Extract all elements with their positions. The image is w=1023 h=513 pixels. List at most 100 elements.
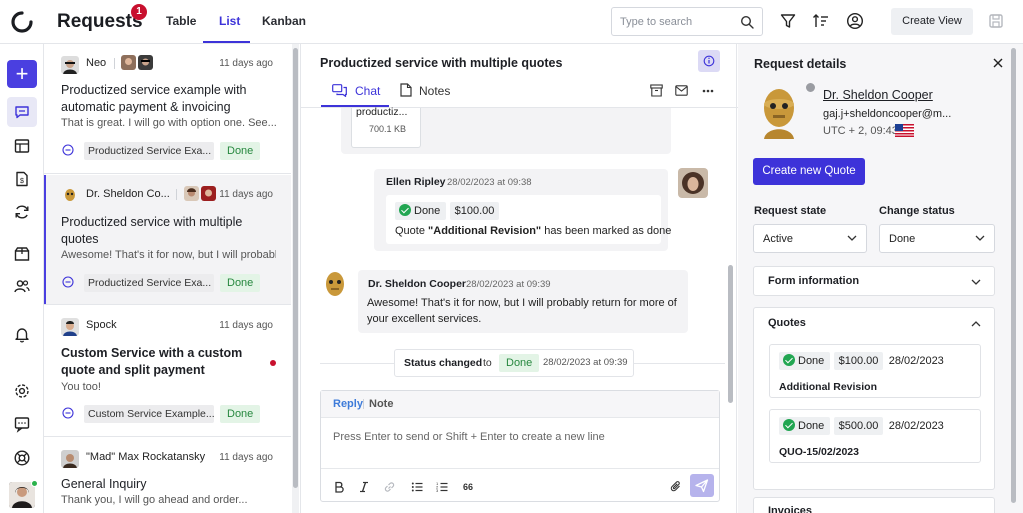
user-account-icon[interactable] <box>846 12 864 30</box>
request-date: 11 days ago <box>219 320 273 331</box>
request-card[interactable]: "Mad" Max Rockatansky 11 days ago Genera… <box>44 438 291 513</box>
sort-icon[interactable] <box>812 12 830 30</box>
request-title: Custom Service with a custom quote and s… <box>61 346 243 377</box>
change-status-label: Change status <box>879 205 955 217</box>
message-author: Dr. Sheldon Cooper <box>368 278 467 290</box>
quote-amount: $100.00 <box>449 202 500 220</box>
nav-help-icon[interactable] <box>13 449 31 467</box>
app-logo-icon[interactable] <box>10 10 34 34</box>
request-state-label: Request state <box>754 205 827 217</box>
quote-status: Done <box>779 417 831 435</box>
note-tab[interactable]: Note <box>369 398 393 410</box>
request-date: 11 days ago <box>219 58 273 69</box>
tab-table[interactable]: Table <box>166 14 196 28</box>
new-request-button[interactable]: + <box>7 60 37 88</box>
team-avatar <box>121 55 136 70</box>
invoices-title: Invoices <box>768 505 813 513</box>
details-scrollbar[interactable] <box>1010 44 1018 513</box>
tab-notes[interactable]: Notes <box>419 84 450 98</box>
request-list-scrollbar[interactable] <box>292 44 299 513</box>
request-state-select[interactable]: Active <box>753 224 867 253</box>
status-badge: Done <box>220 405 261 423</box>
page-title: Requests <box>57 11 143 32</box>
quotes-section: Quotes Done $100.00 28/02/2023 Additiona… <box>753 307 995 490</box>
status-badge: Done <box>220 274 261 292</box>
request-card[interactable]: Neo 11 days ago Productized service exam… <box>44 44 291 174</box>
service-tag: Custom Service Example... <box>84 405 214 423</box>
file-message: productiz... 700.1 KB <box>341 106 671 154</box>
search-box <box>611 7 763 36</box>
nav-settings-icon[interactable] <box>13 382 31 400</box>
client-name-link[interactable]: Dr. Sheldon Cooper <box>823 88 933 102</box>
form-information-title: Form information <box>768 275 860 287</box>
request-preview: Thank you, I will go ahead and order... <box>61 494 248 506</box>
quote-update-card: Done $100.00 Quote "Additional Revision"… <box>386 195 671 244</box>
chat-tab-icon <box>332 84 347 97</box>
name-divider <box>114 58 115 69</box>
request-card-selected[interactable]: Dr. Sheldon Co... 11 days ago Productize… <box>44 175 291 305</box>
nav-chat-icon[interactable] <box>13 103 31 121</box>
message-text: Awesome! That's it for now, but I will p… <box>367 297 677 325</box>
form-information-section[interactable]: Form information <box>753 266 995 296</box>
reply-tab[interactable]: Reply <box>333 398 363 410</box>
search-input[interactable] <box>620 14 738 30</box>
service-type-icon <box>62 407 74 419</box>
create-view-button[interactable]: Create View <box>891 8 973 35</box>
link-icon[interactable] <box>383 481 396 493</box>
email-icon[interactable] <box>675 85 688 96</box>
nav-services-icon[interactable] <box>13 245 31 263</box>
nav-clients-icon[interactable] <box>13 277 31 295</box>
change-status-select[interactable]: Done <box>879 224 995 253</box>
quote-card[interactable]: Done $500.00 28/02/2023 QUO-15/02/2023 <box>769 409 981 463</box>
invoices-section[interactable]: Invoices <box>753 497 995 513</box>
status-change-label: Status changed <box>404 357 483 369</box>
bullet-list-icon[interactable] <box>411 481 423 493</box>
create-new-quote-button[interactable]: Create new Quote <box>753 158 865 185</box>
send-icon <box>695 479 709 493</box>
bold-icon[interactable] <box>333 481 345 493</box>
quote-label: Additional Revision <box>779 381 878 393</box>
status-change-event: Status changed to Done 28/02/2023 at 09:… <box>394 349 634 377</box>
chat-title: Productized service with multiple quotes <box>320 56 563 70</box>
italic-icon[interactable] <box>358 481 370 493</box>
tab-kanban[interactable]: Kanban <box>262 14 306 28</box>
status-badge: Done <box>499 354 540 372</box>
chat-scrollbar[interactable] <box>726 108 734 513</box>
request-card[interactable]: Spock 11 days ago Custom Service with a … <box>44 306 291 437</box>
service-tag: Productized Service Exa... <box>84 142 214 160</box>
team-avatar <box>138 55 153 70</box>
us-flag-icon <box>895 124 914 137</box>
sheldon-cooper-avatar <box>320 270 350 300</box>
close-icon[interactable] <box>993 58 1003 68</box>
nav-invoice-icon[interactable]: $ <box>13 170 31 188</box>
client-email: gaj.j+sheldoncooper@m... <box>823 108 952 120</box>
notification-badge: 1 <box>131 4 147 20</box>
quote-status: Done <box>779 352 831 370</box>
numbered-list-icon[interactable]: 123 <box>436 481 448 493</box>
info-button[interactable] <box>698 50 720 72</box>
file-attachment[interactable]: productiz... 700.1 KB <box>351 106 421 148</box>
chevron-up-icon[interactable] <box>971 320 981 327</box>
tab-chat[interactable]: Chat <box>355 84 380 98</box>
top-bar: Requests 1 Table List Kanban Create View <box>0 0 1023 44</box>
nav-messages-icon[interactable] <box>13 415 31 433</box>
quote-card[interactable]: Done $100.00 28/02/2023 Additional Revis… <box>769 344 981 398</box>
request-preview: Awesome! That's it for now, but I will p… <box>61 249 276 261</box>
request-preview: That is great. I will go with option one… <box>61 117 276 129</box>
reply-input[interactable]: Press Enter to send or Shift + Enter to … <box>333 431 605 443</box>
file-name: productiz... <box>356 106 408 118</box>
search-icon[interactable] <box>740 15 754 29</box>
filter-icon[interactable] <box>779 12 797 30</box>
requester-name: Neo <box>86 57 107 69</box>
nav-notifications-icon[interactable] <box>13 325 31 343</box>
archive-icon[interactable] <box>650 84 663 97</box>
tab-list[interactable]: List <box>219 14 240 28</box>
active-tab-indicator <box>203 41 250 43</box>
requester-name: Dr. Sheldon Co... <box>86 188 170 200</box>
nav-table-icon[interactable] <box>13 137 31 155</box>
attachment-icon[interactable] <box>670 480 682 493</box>
more-options-icon[interactable] <box>702 89 714 93</box>
quote-format-icon[interactable]: 66 <box>463 482 473 492</box>
nav-recurring-icon[interactable] <box>13 203 31 221</box>
send-button[interactable] <box>690 474 714 497</box>
